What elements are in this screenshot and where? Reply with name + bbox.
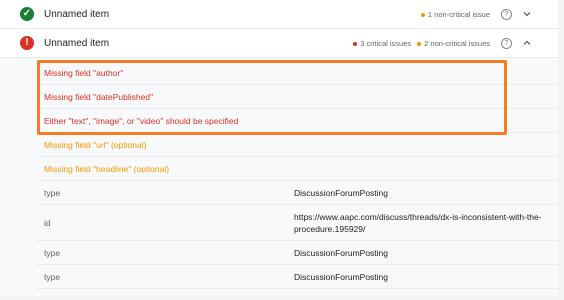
property-key: type [44,271,61,282]
property-row: type DiscussionForumPosting [36,265,558,289]
property-value: DiscussionForumPosting [294,271,389,282]
property-value: DiscussionForumPosting [294,247,389,258]
issue-summary: 1 non-critical issue [420,10,490,19]
noncritical-count: 2 non-critical issues [417,39,490,48]
property-key: id [44,217,51,228]
item-header-1[interactable]: ✓ Unnamed item 1 non-critical issue ? [0,0,558,29]
issue-summary: 3 critical issues 2 non-critical issues [353,39,490,48]
property-key: type [44,247,61,258]
item-title: Unnamed item [44,37,110,49]
item-header-2[interactable]: ! Unnamed item 3 critical issues 2 non-c… [0,29,558,58]
item-title: Unnamed item [44,8,110,20]
critical-errors-highlight [37,60,507,135]
noncritical-count: 1 non-critical issue [420,10,490,19]
property-key: type [44,187,61,198]
property-row: type DiscussionForumPosting [36,241,558,265]
help-circle-icon[interactable]: ? [501,37,512,49]
critical-count: 3 critical issues [353,39,411,48]
error-circle-icon: ! [20,36,34,50]
check-circle-icon: ✓ [20,7,34,21]
chevron-down-icon[interactable] [522,9,532,19]
property-row: id https://www.aapc.com/discuss/threads/… [36,205,558,241]
warning-text: Missing field "headline" (optional) [44,163,170,174]
help-circle-icon[interactable]: ? [501,8,512,20]
structured-data-panel: ✓ Unnamed item 1 non-critical issue ? ! … [0,0,558,297]
property-value: https://www.aapc.com/discuss/threads/dx-… [294,211,542,234]
property-value: DiscussionForumPosting [294,187,389,198]
warning-text: Missing field "url" (optional) [44,139,147,150]
property-row: type DiscussionForumPosting [36,181,558,205]
warning-row: Missing field "headline" (optional) [36,157,558,181]
warning-row: Missing field "url" (optional) [36,133,558,157]
chevron-up-icon[interactable] [522,38,532,48]
